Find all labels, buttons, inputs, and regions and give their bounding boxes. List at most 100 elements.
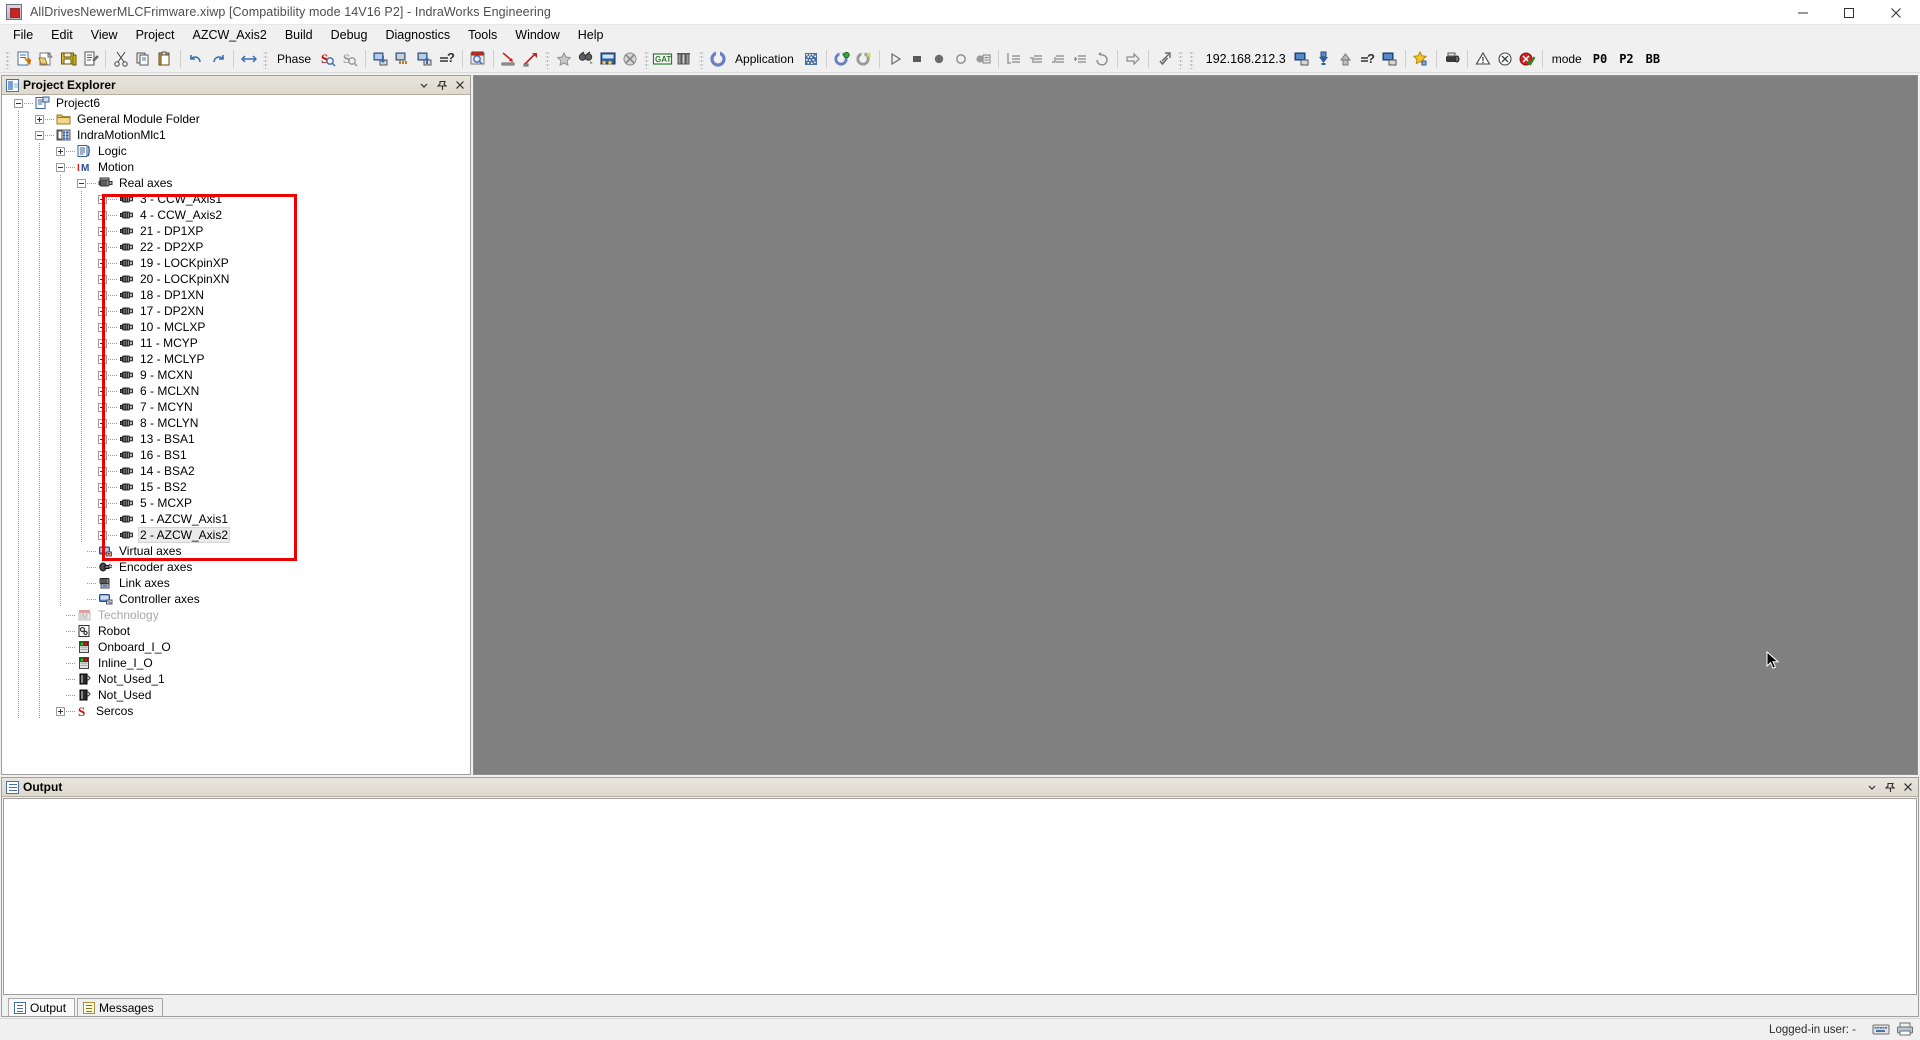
tree-row[interactable]: S Sercos bbox=[2, 703, 470, 719]
tree-row[interactable]: 17 - DP2XN bbox=[2, 303, 470, 319]
tree-node-label[interactable]: Encoder axes bbox=[117, 560, 194, 574]
tree-row[interactable]: Controller axes bbox=[2, 591, 470, 607]
tree-node-label[interactable]: 14 - BSA2 bbox=[138, 464, 197, 478]
menu-edit[interactable]: Edit bbox=[42, 25, 82, 46]
tree-row[interactable]: 10 - MCLXP bbox=[2, 319, 470, 335]
download-partial-icon[interactable] bbox=[392, 48, 414, 70]
properties-icon[interactable] bbox=[79, 48, 101, 70]
tree-row[interactable]: 6 - MCLXN bbox=[2, 383, 470, 399]
tree-node-label[interactable]: 12 - MCLYP bbox=[138, 352, 206, 366]
tree-row[interactable]: 8 - MCLYN bbox=[2, 415, 470, 431]
minimize-button[interactable] bbox=[1780, 0, 1826, 25]
output-pin-icon[interactable] bbox=[1882, 779, 1898, 795]
step-over-icon[interactable] bbox=[1025, 48, 1047, 70]
tree-expander-expand[interactable] bbox=[98, 322, 107, 332]
tree-node-label[interactable]: 13 - BSA1 bbox=[138, 432, 197, 446]
tree-node-label[interactable]: Technology bbox=[96, 608, 161, 622]
import-icon[interactable] bbox=[498, 48, 520, 70]
search-library-icon[interactable] bbox=[575, 48, 597, 70]
tree-node-label[interactable]: General Module Folder bbox=[75, 112, 202, 126]
maximize-button[interactable] bbox=[1826, 0, 1872, 25]
menu-help[interactable]: Help bbox=[569, 25, 613, 46]
tree-expander-expand[interactable] bbox=[98, 194, 107, 204]
download-plc-icon[interactable] bbox=[1313, 48, 1335, 70]
tree-expander-expand[interactable] bbox=[98, 466, 107, 476]
tree-node-label[interactable]: 2 - AZCW_Axis2 bbox=[138, 527, 231, 543]
menu-tools[interactable]: Tools bbox=[459, 25, 506, 46]
tree-row[interactable]: 1 - AZCW_Axis1 bbox=[2, 511, 470, 527]
tree-node-label[interactable]: 16 - BS1 bbox=[138, 448, 189, 462]
wizard-icon[interactable] bbox=[597, 48, 619, 70]
step-out-icon[interactable] bbox=[1069, 48, 1091, 70]
tree-expander-expand[interactable] bbox=[98, 450, 107, 460]
tree-row[interactable]: Not_Used bbox=[2, 687, 470, 703]
export-icon[interactable] bbox=[520, 48, 542, 70]
diagnostics-icon[interactable] bbox=[1516, 48, 1538, 70]
tree-node-label[interactable]: Motion bbox=[96, 160, 136, 174]
tree-expander-expand[interactable] bbox=[98, 434, 107, 444]
tree-expander-expand[interactable] bbox=[98, 226, 107, 236]
tree-node-label[interactable]: 17 - DP2XN bbox=[138, 304, 206, 318]
library-icon[interactable] bbox=[674, 48, 696, 70]
tree-row[interactable]: 3 - CCW_Axis1 bbox=[2, 191, 470, 207]
upload-icon[interactable] bbox=[414, 48, 436, 70]
open-project-icon[interactable] bbox=[35, 48, 57, 70]
tree-expander-expand[interactable] bbox=[98, 402, 107, 412]
paste-icon[interactable] bbox=[154, 48, 176, 70]
tree-row[interactable]: 7 - MCYN bbox=[2, 399, 470, 415]
ip-address-field[interactable]: 192.168.212.3 bbox=[1200, 51, 1291, 67]
explorer-dropdown-icon[interactable] bbox=[416, 77, 432, 93]
tree-row[interactable]: 9 - MCXN bbox=[2, 367, 470, 383]
tree-node-label[interactable]: Not_Used bbox=[96, 688, 153, 702]
tree-row[interactable]: I M Motion bbox=[2, 159, 470, 175]
tree-expander-expand[interactable] bbox=[98, 530, 107, 540]
tree-row[interactable]: Encoder axes bbox=[2, 559, 470, 575]
tree-expander-expand[interactable] bbox=[56, 146, 65, 156]
tree-node-label[interactable]: Robot bbox=[96, 624, 132, 638]
tree-row[interactable]: 20 - LOCKpinXN bbox=[2, 271, 470, 287]
tree-expander-expand[interactable] bbox=[98, 386, 107, 396]
tree-node-label[interactable]: 1 - AZCW_Axis1 bbox=[138, 512, 230, 526]
tree-expander-expand[interactable] bbox=[98, 418, 107, 428]
tree-expander-expand[interactable] bbox=[98, 498, 107, 508]
tree-node-label[interactable]: 4 - CCW_Axis2 bbox=[138, 208, 224, 222]
tree-node-label[interactable]: 19 - LOCKpinXP bbox=[138, 256, 231, 270]
info-plc-icon[interactable]: ? bbox=[1357, 48, 1379, 70]
tree-node-label[interactable]: Not_Used_1 bbox=[96, 672, 167, 686]
tree-node-label[interactable]: 7 - MCYN bbox=[138, 400, 195, 414]
tree-row[interactable]: 2 - AZCW_Axis2 bbox=[2, 527, 470, 543]
menu-diagnostics[interactable]: Diagnostics bbox=[376, 25, 459, 46]
toolbar-grip-2[interactable] bbox=[545, 49, 551, 69]
output-dropdown-icon[interactable] bbox=[1864, 779, 1880, 795]
menu-project[interactable]: Project bbox=[127, 25, 184, 46]
tree-node-label[interactable]: 3 - CCW_Axis1 bbox=[138, 192, 224, 206]
login-icon[interactable] bbox=[831, 48, 853, 70]
tree-expander-expand[interactable] bbox=[98, 370, 107, 380]
output-content[interactable] bbox=[3, 798, 1917, 995]
tree-row[interactable]: Project6 bbox=[2, 95, 470, 111]
menu-view[interactable]: View bbox=[82, 25, 127, 46]
tree-node-label[interactable]: 6 - MCLXN bbox=[138, 384, 201, 398]
menu-file[interactable]: File bbox=[4, 25, 42, 46]
tree-node-label[interactable]: 11 - MCYP bbox=[138, 336, 200, 350]
tree-node-label[interactable]: Inline_I_O bbox=[96, 656, 155, 670]
breakpoint-empty-icon[interactable] bbox=[950, 48, 972, 70]
tree-expander-expand[interactable] bbox=[98, 210, 107, 220]
tree-expander-expand[interactable] bbox=[98, 290, 107, 300]
tree-node-label[interactable]: 20 - LOCKpinXN bbox=[138, 272, 231, 286]
warning-icon[interactable] bbox=[1472, 48, 1494, 70]
tree-expander-expand[interactable] bbox=[98, 482, 107, 492]
tree-node-label[interactable]: 5 - MCXP bbox=[138, 496, 194, 510]
toolbar-grip-5[interactable] bbox=[1177, 49, 1183, 69]
connect-plc-icon[interactable] bbox=[1291, 48, 1313, 70]
menu-azcw-axis2[interactable]: AZCW_Axis2 bbox=[183, 25, 275, 46]
tree-row[interactable]: 15 - BS2 bbox=[2, 479, 470, 495]
tree-node-label[interactable]: 9 - MCXN bbox=[138, 368, 195, 382]
goto-icon[interactable] bbox=[1122, 48, 1144, 70]
tree-node-label[interactable]: Link axes bbox=[117, 576, 172, 590]
bookmark-star-icon[interactable] bbox=[1410, 48, 1432, 70]
application-icon[interactable] bbox=[707, 48, 729, 70]
explorer-pin-icon[interactable] bbox=[434, 77, 450, 93]
tree-expander-collapse[interactable] bbox=[77, 178, 86, 188]
tree-row[interactable]: General Module Folder bbox=[2, 111, 470, 127]
